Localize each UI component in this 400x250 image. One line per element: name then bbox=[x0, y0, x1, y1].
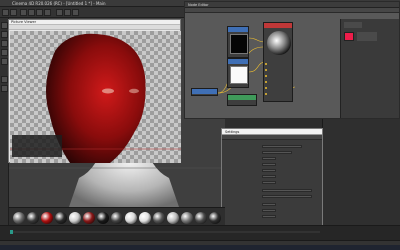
attr-field[interactable] bbox=[357, 32, 377, 41]
render-info-panel bbox=[12, 135, 62, 157]
port-icon[interactable] bbox=[265, 93, 267, 95]
node-color-preview bbox=[230, 66, 248, 84]
window-title: Cinema 4D R20.026 (RC) - [Untitled 1 *] … bbox=[12, 1, 106, 6]
dialog-menu bbox=[222, 135, 322, 140]
texture-mode-icon[interactable] bbox=[1, 31, 8, 38]
timeline-ruler bbox=[10, 230, 320, 234]
port-icon[interactable] bbox=[265, 75, 267, 77]
redo-icon[interactable] bbox=[10, 9, 17, 16]
field[interactable] bbox=[262, 145, 302, 148]
material-swatch[interactable] bbox=[97, 212, 109, 224]
dialog-row bbox=[224, 163, 322, 167]
material-swatch[interactable] bbox=[111, 212, 123, 224]
node-color[interactable] bbox=[227, 58, 249, 88]
rotate-icon[interactable] bbox=[44, 9, 51, 16]
polygons-mode-icon[interactable] bbox=[1, 58, 8, 65]
field[interactable] bbox=[262, 169, 276, 172]
dialog-row bbox=[224, 215, 322, 219]
node-mix[interactable] bbox=[227, 94, 257, 106]
dialog-row bbox=[224, 151, 322, 155]
field[interactable] bbox=[262, 189, 312, 192]
workplane-icon[interactable] bbox=[1, 85, 8, 92]
snap-icon[interactable] bbox=[1, 76, 8, 83]
model-mode-icon[interactable] bbox=[1, 22, 8, 29]
dialog-row bbox=[224, 203, 322, 207]
field[interactable] bbox=[262, 151, 292, 154]
picture-viewer-menu bbox=[9, 25, 180, 30]
dialog-row bbox=[224, 189, 322, 193]
field[interactable] bbox=[262, 209, 276, 212]
scale-icon[interactable] bbox=[36, 9, 43, 16]
material-swatch[interactable] bbox=[195, 212, 207, 224]
node-noise[interactable] bbox=[227, 26, 249, 58]
os-taskbar bbox=[0, 245, 400, 250]
field[interactable] bbox=[262, 157, 276, 160]
node-editor-window: Node Editor bbox=[184, 1, 400, 119]
points-mode-icon[interactable] bbox=[1, 40, 8, 47]
material-swatch[interactable] bbox=[125, 212, 137, 224]
move-icon[interactable] bbox=[28, 9, 35, 16]
render-view-icon[interactable] bbox=[56, 9, 63, 16]
select-icon[interactable] bbox=[20, 9, 27, 16]
material-swatch[interactable] bbox=[181, 212, 193, 224]
dialog-row bbox=[224, 145, 322, 149]
node-noise-preview bbox=[230, 34, 248, 54]
render-picture-icon[interactable] bbox=[64, 9, 71, 16]
dialog-row bbox=[224, 209, 322, 213]
port-icon[interactable] bbox=[265, 69, 267, 71]
field[interactable] bbox=[262, 215, 276, 218]
undo-icon[interactable] bbox=[2, 9, 9, 16]
node-material-header bbox=[264, 23, 292, 28]
node-color-header bbox=[228, 59, 248, 64]
material-swatch[interactable] bbox=[41, 212, 53, 224]
material-manager bbox=[9, 207, 225, 225]
field[interactable] bbox=[262, 175, 276, 178]
node-input-header bbox=[192, 89, 217, 94]
render-settings-icon[interactable] bbox=[72, 9, 79, 16]
material-swatch[interactable] bbox=[69, 212, 81, 224]
material-swatch[interactable] bbox=[209, 212, 221, 224]
material-swatch[interactable] bbox=[153, 212, 165, 224]
port-icon[interactable] bbox=[265, 81, 267, 83]
dialog-row bbox=[224, 195, 322, 199]
material-swatch[interactable] bbox=[83, 212, 95, 224]
node-noise-header bbox=[228, 27, 248, 32]
field[interactable] bbox=[262, 163, 276, 166]
field[interactable] bbox=[262, 203, 276, 206]
material-swatch[interactable] bbox=[167, 212, 179, 224]
picture-viewer-window: Picture Viewer bbox=[8, 19, 181, 163]
port-icon[interactable] bbox=[265, 63, 267, 65]
settings-dialog: Settings bbox=[221, 128, 323, 226]
render-canvas[interactable] bbox=[10, 31, 181, 163]
material-swatch[interactable] bbox=[27, 212, 39, 224]
node-material[interactable] bbox=[263, 22, 293, 102]
dialog-row bbox=[224, 169, 322, 173]
node-mix-header bbox=[228, 95, 256, 100]
color-swatch[interactable] bbox=[344, 32, 354, 41]
node-attributes-panel bbox=[340, 19, 399, 118]
timeline[interactable] bbox=[0, 225, 400, 240]
field[interactable] bbox=[262, 181, 276, 184]
material-swatch[interactable] bbox=[55, 212, 67, 224]
edges-mode-icon[interactable] bbox=[1, 49, 8, 56]
node-input[interactable] bbox=[191, 88, 218, 96]
field[interactable] bbox=[262, 195, 312, 198]
port-icon[interactable] bbox=[265, 87, 267, 89]
dialog-row bbox=[224, 175, 322, 179]
attr-field[interactable] bbox=[344, 22, 362, 28]
material-swatch[interactable] bbox=[13, 212, 25, 224]
dialog-row bbox=[224, 181, 322, 185]
material-swatch[interactable] bbox=[139, 212, 151, 224]
dialog-row bbox=[224, 157, 322, 161]
node-material-preview bbox=[267, 31, 291, 55]
